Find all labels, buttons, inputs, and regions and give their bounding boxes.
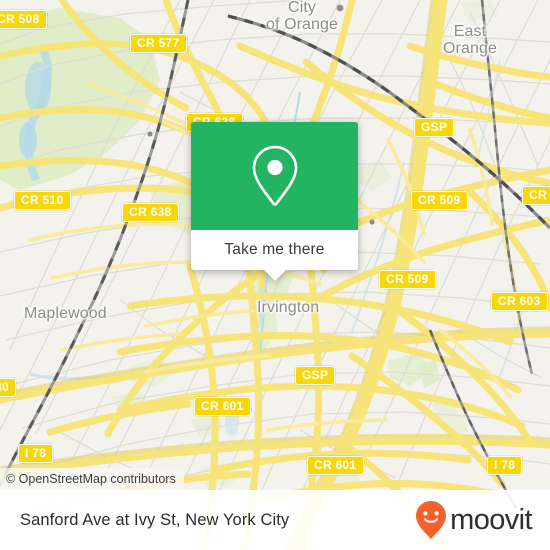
place-label-irvington: Irvington [257,299,320,316]
callout-green-panel [191,122,358,230]
place-label-maplewood: Maplewood [24,305,107,322]
shield-i-78-w[interactable]: I 78 [18,444,54,463]
shield-cr-577[interactable]: CR 577 [130,34,187,53]
moovit-wordmark: moovit [450,503,532,536]
shield-cr-509-s[interactable]: CR 509 [379,270,436,289]
moovit-logo[interactable]: moovit [414,500,533,540]
osm-attribution[interactable]: © OpenStreetMap contributors [0,468,184,490]
take-me-there-callout[interactable]: Take me there [191,122,358,281]
moovit-smiley-pin-icon [416,501,447,539]
shield-i-78-e[interactable]: I 78 [487,456,523,475]
callout-pointer-tail [263,270,286,281]
shield-cr-638-s[interactable]: CR 638 [122,203,179,222]
shield-cr-5xx-edge[interactable]: CR 5 [522,186,550,205]
shield-cr-603[interactable]: CR 603 [491,292,548,311]
shield-cr-508[interactable]: CR 508 [0,10,47,29]
shield-cr-601-s[interactable]: CR 601 [307,456,364,475]
shield-cr-510[interactable]: CR 510 [14,191,71,210]
shield-cr-601-w[interactable]: CR 601 [194,397,251,416]
shield-i-280-edge[interactable]: 80 [0,378,16,397]
screenshot-root: City of Orange East Orange Maplewood Irv… [0,0,550,550]
place-label-east-orange: East Orange [443,23,497,57]
location-pin-icon [252,145,297,206]
take-me-there-label: Take me there [224,241,325,258]
callout-button-panel[interactable]: Take me there [191,230,358,281]
place-label-city-of-orange: City of Orange [266,0,339,33]
shield-gsp-n[interactable]: GSP [414,118,455,137]
osm-attribution-text: © OpenStreetMap contributors [6,472,176,486]
bottom-info-bar: Sanford Ave at Ivy St, New York City moo… [0,490,550,550]
location-title: Sanford Ave at Ivy St, New York City [20,510,290,529]
shield-cr-509-n[interactable]: CR 509 [411,191,468,210]
shield-gsp-s[interactable]: GSP [295,366,336,385]
